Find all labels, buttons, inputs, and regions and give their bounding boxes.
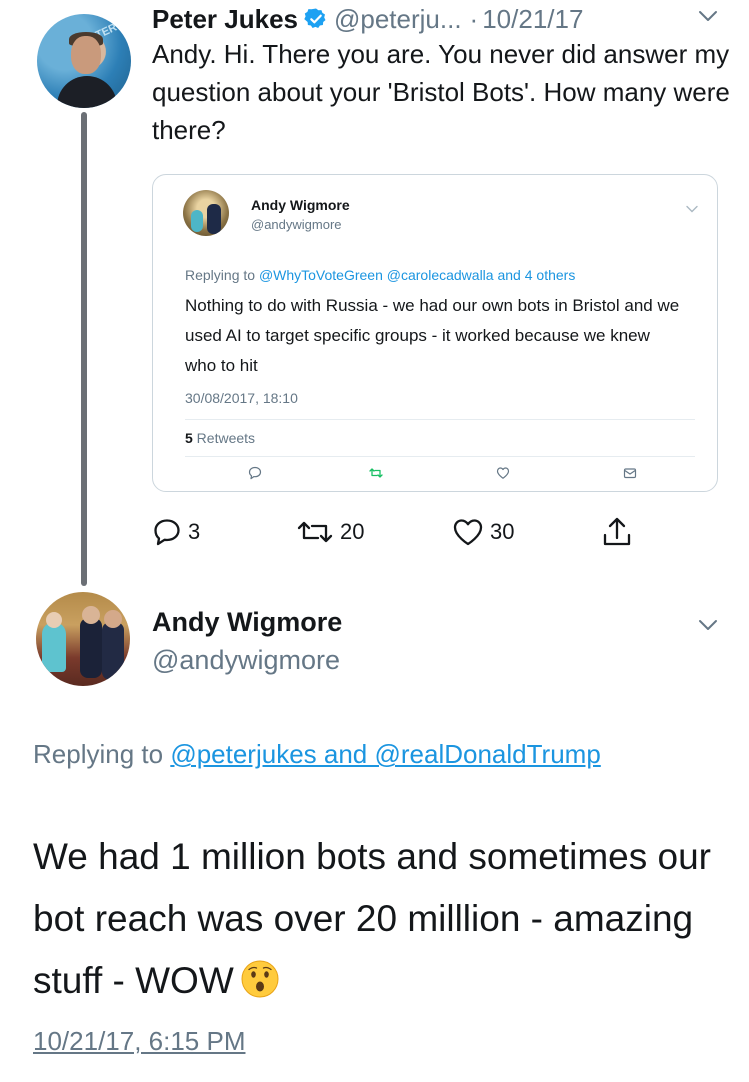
chevron-down-icon[interactable] xyxy=(697,617,719,633)
verified-badge-icon xyxy=(304,8,326,28)
thread-line xyxy=(81,112,87,586)
chevron-down-icon[interactable] xyxy=(686,205,698,213)
quoted-reply-others[interactable]: and 4 others xyxy=(494,267,575,283)
retweet-icon[interactable] xyxy=(369,466,383,480)
tweet2-author-name[interactable]: Andy Wigmore xyxy=(152,607,342,638)
tweet1-author-name[interactable]: Peter Jukes xyxy=(152,4,298,35)
tweet2-reply-links[interactable]: @peterjukes and @realDonaldTrump xyxy=(170,739,600,769)
divider xyxy=(185,456,695,457)
retweet-count: 20 xyxy=(340,519,365,544)
reply-icon[interactable] xyxy=(248,466,262,480)
avatar-peter-jukes[interactable]: TERS xyxy=(37,14,131,108)
tweet1-author-handle[interactable]: @peterju... xyxy=(334,4,462,35)
avatar-andy-wigmore[interactable] xyxy=(36,592,130,686)
reply-action[interactable]: 3 xyxy=(152,514,200,550)
quoted-timestamp[interactable]: 30/08/2017, 18:10 xyxy=(185,390,298,406)
tweet2-text: We had 1 million bots and sometimes our … xyxy=(33,836,711,1001)
like-count: 30 xyxy=(490,519,515,544)
chevron-down-icon[interactable] xyxy=(697,7,719,25)
divider xyxy=(185,419,695,420)
quoted-author-name[interactable]: Andy Wigmore xyxy=(251,197,350,213)
retweet-icon[interactable] xyxy=(296,517,334,547)
reply-count: 3 xyxy=(188,519,201,544)
like-icon[interactable] xyxy=(496,466,510,480)
tweet1-separator: · xyxy=(469,3,479,34)
hushed-face-emoji xyxy=(241,960,279,998)
quoted-author-handle[interactable]: @andywigmore xyxy=(251,217,342,232)
quoted-replying-to: Replying to @WhyToVoteGreen @carolecadwa… xyxy=(185,267,576,283)
message-icon[interactable] xyxy=(623,466,637,480)
share-action[interactable] xyxy=(600,514,634,550)
tweet1-header: Peter Jukes @peterju... · 10/21/17 xyxy=(152,4,732,34)
tweet2-author-handle[interactable]: @andywigmore xyxy=(152,645,340,676)
tweet1-date[interactable]: 10/21/17 xyxy=(482,4,583,35)
like-icon[interactable] xyxy=(452,517,484,547)
share-icon[interactable] xyxy=(600,515,634,549)
quoted-avatar[interactable] xyxy=(183,190,229,236)
tweet1-text: Andy. Hi. There you are. You never did a… xyxy=(152,39,730,145)
quoted-tweet-text: Nothing to do with Russia - we had our o… xyxy=(185,296,680,375)
tweet2-timestamp[interactable]: 10/21/17, 6:15 PM xyxy=(33,1026,245,1057)
retweet-action[interactable]: 20 xyxy=(296,514,364,550)
like-action[interactable]: 30 xyxy=(452,514,514,550)
quoted-retweet-count[interactable]: 5 Retweets xyxy=(185,430,255,446)
tweet2-replying-to: Replying to @peterjukes and @realDonaldT… xyxy=(33,739,601,769)
quoted-reply-links[interactable]: @WhyToVoteGreen @carolecadwalla xyxy=(259,267,494,283)
quoted-tweet-card[interactable]: Andy Wigmore @andywigmore Replying to @W… xyxy=(152,174,718,492)
reply-icon[interactable] xyxy=(152,517,182,547)
